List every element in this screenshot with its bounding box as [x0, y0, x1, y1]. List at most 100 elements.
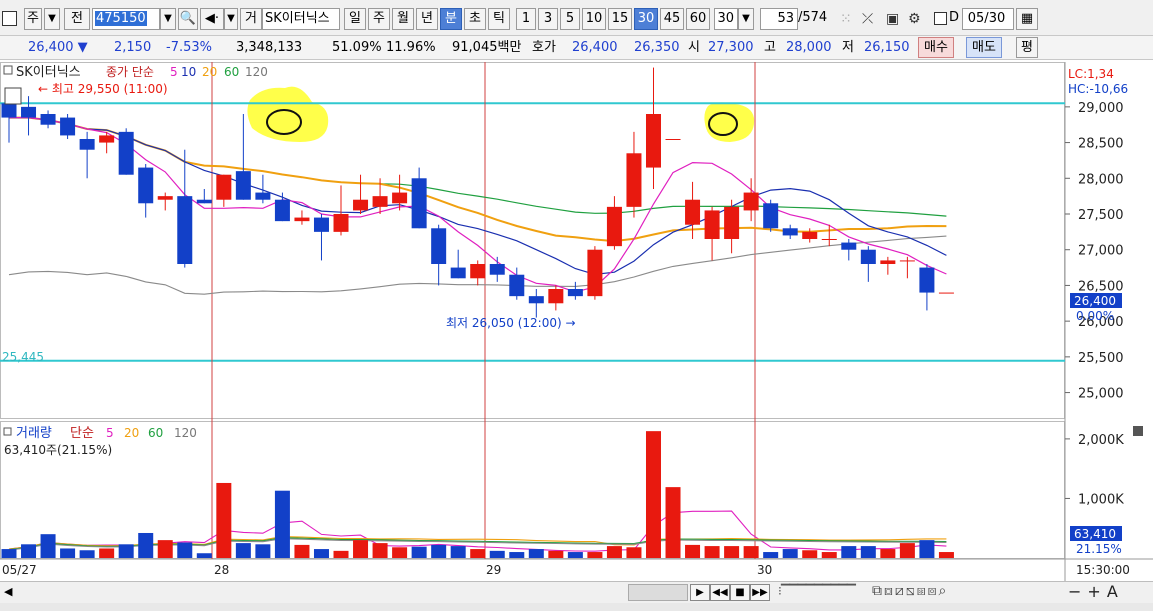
volume-current-tag: 63,410	[1074, 527, 1116, 541]
grid-toggle-icon[interactable]	[4, 87, 22, 105]
forward-icon[interactable]: ▶▶	[750, 584, 770, 601]
date-checkbox[interactable]	[934, 12, 947, 25]
volume-bar	[21, 544, 37, 558]
calendar-icon[interactable]: ▦	[1016, 8, 1038, 30]
period-type-button[interactable]: 주	[24, 8, 42, 30]
volume-bar	[841, 546, 857, 558]
flat-button[interactable]: 평	[1016, 37, 1038, 58]
period-day-button[interactable]: 일	[344, 8, 366, 30]
x-label-29: 29	[486, 563, 501, 577]
legend-box-icon[interactable]	[3, 65, 13, 75]
volume-bar	[763, 552, 779, 558]
vol-ma5-legend: 5	[106, 426, 114, 440]
volume-bar	[645, 431, 661, 558]
candle-body	[899, 260, 915, 262]
save-icon[interactable]: ▣	[886, 8, 899, 30]
crosshair-icon[interactable]: ⤫	[862, 8, 873, 30]
volume-bar	[548, 550, 564, 558]
candle-body	[763, 203, 779, 229]
stock-name-field[interactable]: SK이터닉스	[262, 8, 340, 30]
candle-body	[411, 178, 427, 229]
candle-body	[431, 228, 447, 264]
interval-5-button[interactable]: 5	[560, 8, 580, 30]
candle-body	[177, 196, 193, 264]
price-tick-label: 27,000	[1078, 244, 1124, 259]
speaker-icon[interactable]: ◀·	[200, 8, 224, 30]
current-price-tag: 26,400	[1074, 294, 1116, 308]
stock-chart[interactable]: 29,00028,50028,00027,50027,00026,50026,0…	[0, 62, 1153, 581]
volume-bar	[431, 544, 447, 558]
buy-button[interactable]: 매수	[918, 37, 954, 58]
period-minute-button[interactable]: 분	[440, 8, 462, 30]
interval-3-button[interactable]: 3	[538, 8, 558, 30]
interval-15-button[interactable]: 15	[608, 8, 632, 30]
search-icon[interactable]: 🔍	[178, 8, 198, 30]
candle-body	[665, 139, 681, 140]
price-tick-label: 28,500	[1078, 137, 1124, 152]
low-value: 26,150	[864, 40, 910, 55]
sell-button[interactable]: 매도	[966, 37, 1002, 58]
stop-icon[interactable]: ■	[730, 584, 750, 601]
candle-body	[40, 114, 56, 125]
interval-30-button[interactable]: 30	[634, 8, 658, 30]
rewind-icon[interactable]: ◀◀	[710, 584, 730, 601]
interval-60-button[interactable]: 60	[686, 8, 710, 30]
interval-1-button[interactable]: 1	[516, 8, 536, 30]
volume-bar	[938, 552, 954, 558]
volume-value: 3,348,133	[236, 40, 303, 55]
volume-bar	[743, 546, 759, 558]
pct-a-value: 51.09%	[332, 40, 382, 55]
stock-code-input[interactable]: 475150	[92, 8, 160, 30]
candle-body	[1, 103, 17, 118]
scroll-left-icon[interactable]: ◀	[4, 585, 12, 598]
gear-icon[interactable]: ⚙	[908, 8, 921, 30]
candle-body	[528, 296, 544, 304]
interval-45-button[interactable]: 45	[660, 8, 684, 30]
volume-bar	[138, 532, 154, 558]
scroll-thumb[interactable]	[628, 584, 688, 601]
prev-button[interactable]: 전	[64, 8, 90, 30]
volume-bar	[353, 540, 369, 558]
candle-body	[685, 199, 701, 225]
period-second-button[interactable]: 초	[464, 8, 486, 30]
quote-info-bar: 26,400 ▼ 2,150 -7.53% 3,348,133 51.09% 1…	[0, 36, 1153, 60]
volume-tick-label: 1,000K	[1078, 492, 1124, 507]
volume-legend-box-icon[interactable]	[3, 427, 12, 436]
period-year-button[interactable]: 년	[416, 8, 438, 30]
play-icon[interactable]: ▶	[690, 584, 710, 601]
volume-bar	[919, 540, 935, 558]
change-pct-value: -7.53%	[166, 40, 212, 55]
candle-body	[626, 153, 642, 207]
candle-body	[313, 217, 329, 232]
speaker-dropdown-icon[interactable]: ▼	[224, 8, 238, 30]
interval-input[interactable]: 30	[714, 8, 738, 30]
code-dropdown-icon[interactable]: ▼	[160, 8, 176, 30]
dots-icon[interactable]: ⁙	[840, 8, 852, 30]
interval-dropdown-icon[interactable]: ▼	[738, 8, 754, 30]
volume-bar	[880, 549, 896, 558]
candle-body	[274, 199, 290, 222]
volume-bar	[587, 552, 603, 558]
zoom-slider[interactable]: ⁝▔▔▔▔▔▔▔▔▔	[778, 584, 868, 601]
zoom-controls[interactable]: −+A	[1068, 582, 1124, 601]
date-input[interactable]: 05/30	[962, 8, 1014, 30]
drawing-tools-icon[interactable]: ⧉⧈⧄⧅⧆⧇⌕	[872, 583, 948, 599]
candle-body	[99, 135, 115, 143]
candle-body	[333, 214, 349, 232]
type-button[interactable]: 거	[240, 8, 262, 30]
candle-body	[860, 249, 876, 264]
maximize-icon[interactable]	[1133, 426, 1143, 436]
period-tick-button[interactable]: 틱	[488, 8, 510, 30]
volume-bar	[450, 546, 466, 558]
candle-body	[60, 117, 76, 136]
open-value: 27,300	[708, 40, 754, 55]
d-label: D	[948, 10, 959, 25]
bar-count-input[interactable]: 53	[760, 8, 798, 30]
chevron-down-icon[interactable]: ▼	[44, 8, 60, 30]
period-week-button[interactable]: 주	[368, 8, 390, 30]
volume-bar	[606, 546, 622, 558]
interval-10-button[interactable]: 10	[582, 8, 606, 30]
window-icon[interactable]	[2, 11, 17, 26]
period-month-button[interactable]: 월	[392, 8, 414, 30]
candle-body	[21, 106, 37, 118]
